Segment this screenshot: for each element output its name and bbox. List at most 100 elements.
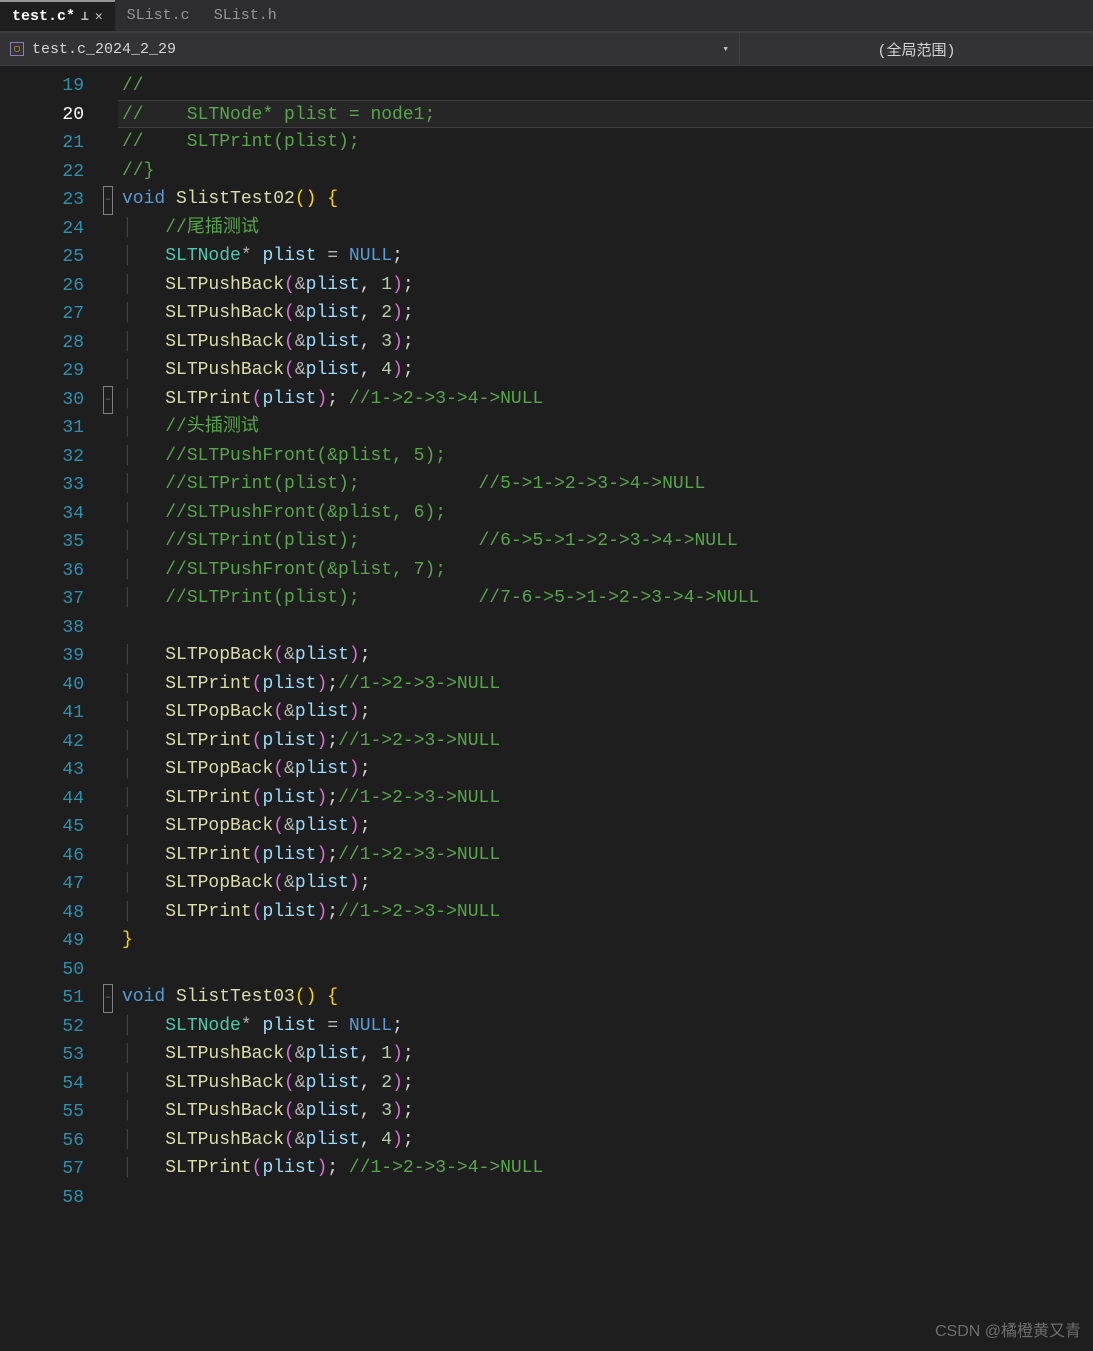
watermark: CSDN @橘橙黄又青 xyxy=(935,1317,1081,1341)
code-line[interactable] xyxy=(118,1183,1093,1212)
code-line[interactable]: } xyxy=(118,926,1093,955)
line-number: 50 xyxy=(0,956,84,985)
line-number: 22 xyxy=(0,158,84,187)
code-line[interactable]: void SlistTest03() { xyxy=(118,983,1093,1012)
line-number: 34 xyxy=(0,500,84,529)
code-line[interactable]: │ SLTPushBack(&plist, 1); xyxy=(118,1040,1093,1069)
file-icon: ▢ xyxy=(10,42,24,56)
code-line[interactable]: │ SLTPrint(plist);//1->2->3->NULL xyxy=(118,784,1093,813)
code-line[interactable]: │ SLTPrint(plist); //1->2->3->4->NULL xyxy=(118,385,1093,414)
code-line[interactable]: │ SLTPopBack(&plist); xyxy=(118,869,1093,898)
line-number: 23 xyxy=(0,186,84,215)
code-line[interactable]: │ SLTPushBack(&plist, 2); xyxy=(118,299,1093,328)
line-number: 54 xyxy=(0,1070,84,1099)
line-number: 51 xyxy=(0,984,84,1013)
code-line[interactable]: │ //尾插测试 xyxy=(118,214,1093,243)
code-line[interactable]: │ SLTPopBack(&plist); xyxy=(118,641,1093,670)
tab-slist-h[interactable]: SList.h xyxy=(202,0,289,31)
nav-file-label: test.c_2024_2_29 xyxy=(32,41,176,58)
code-line[interactable]: │ //SLTPrint(plist); //7-6->5->1->2->3->… xyxy=(118,584,1093,613)
line-number: 27 xyxy=(0,300,84,329)
code-line[interactable]: │ SLTPopBack(&plist); xyxy=(118,812,1093,841)
line-number: 33 xyxy=(0,471,84,500)
line-number: 32 xyxy=(0,443,84,472)
line-number: 41 xyxy=(0,699,84,728)
code-line[interactable]: │ //头插测试 xyxy=(118,413,1093,442)
line-number: 46 xyxy=(0,842,84,871)
line-number: 45 xyxy=(0,813,84,842)
line-number: 28 xyxy=(0,329,84,358)
line-number: 26 xyxy=(0,272,84,301)
code-line[interactable]: │ SLTPushBack(&plist, 2); xyxy=(118,1069,1093,1098)
code-line[interactable]: │ SLTPrint(plist);//1->2->3->NULL xyxy=(118,727,1093,756)
line-number: 53 xyxy=(0,1041,84,1070)
pin-icon[interactable]: ⟂ xyxy=(81,9,89,24)
code-line[interactable]: │ SLTPrint(plist);//1->2->3->NULL xyxy=(118,841,1093,870)
fold-toggle-icon[interactable]: − xyxy=(103,984,113,1013)
line-number: 20 xyxy=(0,101,84,130)
line-number: 29 xyxy=(0,357,84,386)
line-number: 24 xyxy=(0,215,84,244)
line-number: 21 xyxy=(0,129,84,158)
code-line[interactable]: │ SLTPopBack(&plist); xyxy=(118,755,1093,784)
line-number: 49 xyxy=(0,927,84,956)
tab-slist-c[interactable]: SList.c xyxy=(115,0,202,31)
code-line[interactable]: │ //SLTPushFront(&plist, 6); xyxy=(118,499,1093,528)
code-line[interactable]: │ SLTPopBack(&plist); xyxy=(118,698,1093,727)
nav-scope-label: (全局范围) xyxy=(877,39,955,60)
tab-bar: test.c* ⟂ ✕ SList.c SList.h xyxy=(0,0,1093,32)
code-line[interactable]: // xyxy=(118,72,1093,101)
line-number: 31 xyxy=(0,414,84,443)
line-number: 36 xyxy=(0,557,84,586)
code-line[interactable]: │ SLTPushBack(&plist, 4); xyxy=(118,1126,1093,1155)
tab-label: test.c* xyxy=(12,8,75,25)
line-number: 25 xyxy=(0,243,84,272)
line-number: 44 xyxy=(0,785,84,814)
tab-test-c[interactable]: test.c* ⟂ ✕ xyxy=(0,0,115,31)
code-line[interactable] xyxy=(118,613,1093,642)
code-line[interactable]: │ SLTPushBack(&plist, 4); xyxy=(118,356,1093,385)
nav-scope-dropdown[interactable]: (全局范围) xyxy=(740,33,1093,65)
line-number-gutter: 1920212223242526272829303132333435363738… xyxy=(0,66,98,1351)
code-area[interactable]: //// SLTNode* plist = node1;// SLTPrint(… xyxy=(118,66,1093,1351)
line-number: 52 xyxy=(0,1013,84,1042)
code-line[interactable]: │ SLTPushBack(&plist, 1); xyxy=(118,271,1093,300)
chevron-down-icon: ▾ xyxy=(722,42,729,56)
code-line[interactable]: │ SLTPrint(plist); //1->2->3->4->NULL xyxy=(118,1154,1093,1183)
nav-file-dropdown[interactable]: ▢ test.c_2024_2_29 ▾ xyxy=(0,33,740,65)
line-number: 47 xyxy=(0,870,84,899)
code-line[interactable]: │ //SLTPushFront(&plist, 7); xyxy=(118,556,1093,585)
code-line[interactable]: │ //SLTPrint(plist); //5->1->2->3->4->NU… xyxy=(118,470,1093,499)
code-editor[interactable]: 1920212223242526272829303132333435363738… xyxy=(0,66,1093,1351)
line-number: 42 xyxy=(0,728,84,757)
code-line[interactable]: void SlistTest02() { xyxy=(118,185,1093,214)
line-number: 19 xyxy=(0,72,84,101)
code-line[interactable]: //} xyxy=(118,157,1093,186)
code-line[interactable]: │ SLTPushBack(&plist, 3); xyxy=(118,328,1093,357)
code-line[interactable]: │ SLTPrint(plist);//1->2->3->NULL xyxy=(118,670,1093,699)
line-number: 55 xyxy=(0,1098,84,1127)
line-number: 39 xyxy=(0,642,84,671)
line-number: 40 xyxy=(0,671,84,700)
line-number: 35 xyxy=(0,528,84,557)
code-line[interactable]: │ SLTNode* plist = NULL; xyxy=(118,242,1093,271)
code-line[interactable]: // SLTNode* plist = node1; xyxy=(118,100,1093,129)
close-icon[interactable]: ✕ xyxy=(95,9,103,24)
line-number: 48 xyxy=(0,899,84,928)
code-line[interactable]: │ //SLTPushFront(&plist, 5); xyxy=(118,442,1093,471)
code-line[interactable]: │ SLTPushBack(&plist, 3); xyxy=(118,1097,1093,1126)
code-line[interactable]: │ SLTPrint(plist);//1->2->3->NULL xyxy=(118,898,1093,927)
line-number: 43 xyxy=(0,756,84,785)
code-line[interactable] xyxy=(118,955,1093,984)
nav-bar: ▢ test.c_2024_2_29 ▾ (全局范围) xyxy=(0,32,1093,66)
fold-toggle-icon[interactable]: − xyxy=(103,386,113,415)
line-number: 58 xyxy=(0,1184,84,1213)
fold-toggle-icon[interactable]: − xyxy=(103,186,113,215)
line-number: 57 xyxy=(0,1155,84,1184)
line-number: 37 xyxy=(0,585,84,614)
code-line[interactable]: // SLTPrint(plist); xyxy=(118,128,1093,157)
code-line[interactable]: │ //SLTPrint(plist); //6->5->1->2->3->4-… xyxy=(118,527,1093,556)
code-line[interactable]: │ SLTNode* plist = NULL; xyxy=(118,1012,1093,1041)
line-number: 30 xyxy=(0,386,84,415)
tab-label: SList.c xyxy=(127,7,190,24)
